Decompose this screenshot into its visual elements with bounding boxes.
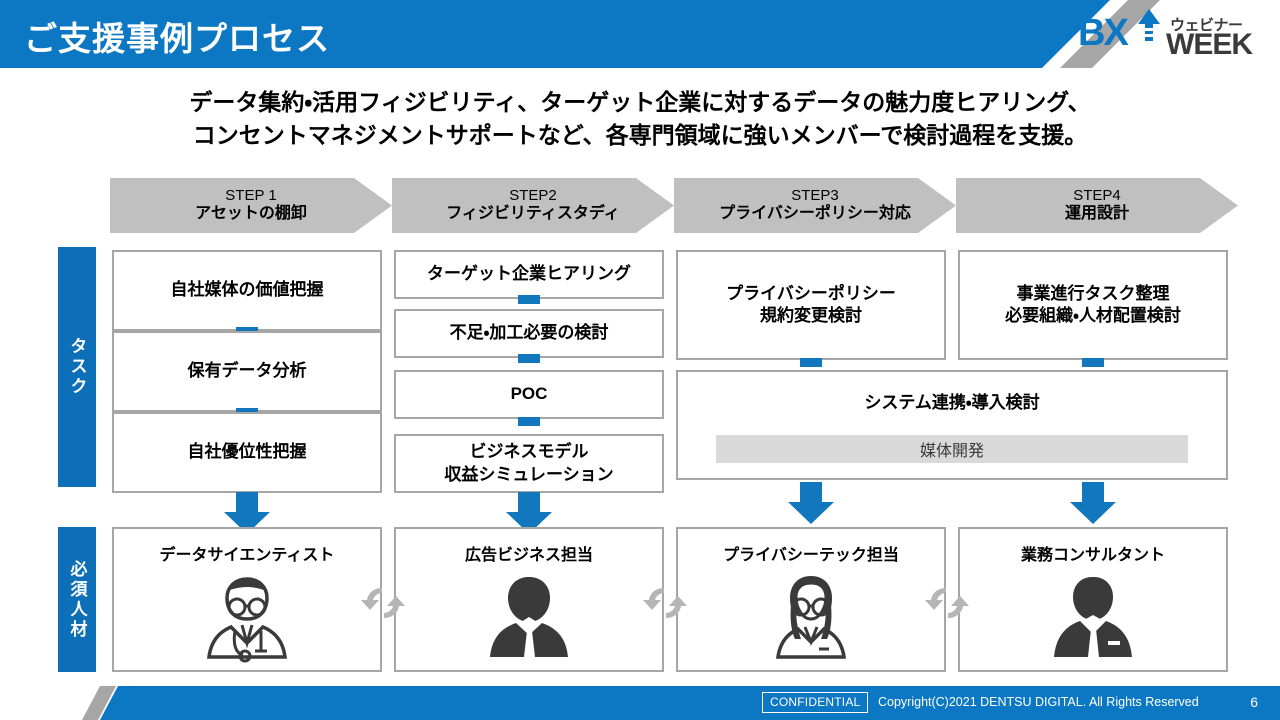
task-box-step1-2[interactable]: 保有データ分析 xyxy=(112,331,382,412)
task-label-line-2: 収益シミュレーション xyxy=(444,464,614,484)
task-label-line-1: ビジネスモデル xyxy=(469,442,589,462)
task-label: 自社媒体の価値把握 xyxy=(170,280,324,300)
row-label-required-personnel: 必須人材 xyxy=(58,527,96,672)
flow-arrow-step4 xyxy=(1070,482,1116,524)
page-number: 6 xyxy=(1250,694,1258,710)
task-connector xyxy=(1082,358,1104,367)
task-box-step1-1[interactable]: 自社媒体の価値把握 xyxy=(112,250,382,331)
row-label-task: タスク xyxy=(58,247,96,487)
exchange-arrows-icon-2 xyxy=(642,580,688,626)
flow-arrow-step3 xyxy=(788,482,834,524)
task-connector xyxy=(518,295,540,304)
shared-task-sub-label: 媒体開発 xyxy=(919,443,984,460)
step-number-3: STEP3 xyxy=(791,186,839,204)
task-box-shared-system-integration[interactable]: システム連携・導入検討 xyxy=(676,370,1228,480)
task-connector xyxy=(800,358,822,367)
task-box-step1-3[interactable]: 自社優位性把握 xyxy=(112,412,382,493)
task-box-step2-1[interactable]: ターゲット企業ヒアリング xyxy=(394,250,664,299)
step-chevron-3[interactable]: STEP3 プライバシーポリシー対応 xyxy=(674,178,956,233)
shared-task-subbar-media-development: 媒体開発 xyxy=(716,435,1188,463)
data-scientist-avatar-icon xyxy=(114,571,380,663)
businessman-avatar-icon xyxy=(396,571,662,663)
personnel-label: データサイエンティスト xyxy=(159,547,335,564)
task-label: 保有データ分析 xyxy=(187,361,307,381)
task-label-line-1: プライバシーポリシー xyxy=(726,283,896,303)
step-chevron-4[interactable]: STEP4 運用設計 xyxy=(956,178,1238,233)
exchange-arrows-icon-3 xyxy=(924,580,970,626)
bx-webinar-week-logo: BX ウェビナー WEEK xyxy=(1078,8,1264,62)
personnel-label: プライバシーテック担当 xyxy=(723,547,899,564)
task-connector xyxy=(518,354,540,363)
slide-canvas: ご支援事例プロセス BX ウェビナー WEEK データ集約・活用フィジビリティ、… xyxy=(0,0,1280,720)
logo-week-text: WEEK xyxy=(1166,28,1253,61)
task-box-step3-1[interactable]: プライバシーポリシー 規約変更検討 xyxy=(676,250,946,360)
slide-footer: CONFIDENTIAL Copyright(C)2021 DENTSU DIG… xyxy=(0,686,1280,720)
copyright-text: Copyright(C)2021 DENTSU DIGITAL. All Rig… xyxy=(878,695,1199,709)
task-label-line-2: 規約変更検討 xyxy=(760,306,862,325)
step-number-4: STEP4 xyxy=(1073,186,1121,204)
businesswoman-avatar-icon xyxy=(678,571,944,663)
personnel-label: 広告ビジネス担当 xyxy=(464,547,593,564)
step-name-2: フィジビリティスタディ xyxy=(446,205,620,223)
slide-header: ご支援事例プロセス BX ウェビナー WEEK xyxy=(0,0,1280,68)
up-arrow-icon xyxy=(1134,8,1164,47)
step-chevron-1[interactable]: STEP 1 アセットの棚卸 xyxy=(110,178,392,233)
page-title: ご支援事例プロセス xyxy=(24,20,330,57)
task-box-step2-4[interactable]: ビジネスモデル 収益シミュレーション xyxy=(394,434,664,493)
task-box-step4-1[interactable]: 事業進行タスク整理 必要組織・人材配置検討 xyxy=(958,250,1228,360)
step-name-3: プライバシーポリシー対応 xyxy=(719,205,911,223)
exchange-arrows-icon-1 xyxy=(360,580,406,626)
confidential-badge: CONFIDENTIAL xyxy=(762,692,869,713)
task-connector xyxy=(518,417,540,426)
task-label-line-2: 必要組織・人材配置検討 xyxy=(1005,306,1181,325)
slide-subtitle: データ集約・活用フィジビリティ、ターゲット企業に対するデータの魅力度ヒアリング、… xyxy=(0,86,1280,151)
step-number-1: STEP 1 xyxy=(225,186,277,204)
subtitle-line-1: データ集約・活用フィジビリティ、ターゲット企業に対するデータの魅力度ヒアリング、 xyxy=(189,89,1091,115)
task-box-step2-3[interactable]: POC xyxy=(394,370,664,419)
step-name-1: アセットの棚卸 xyxy=(195,205,307,223)
task-label: 自社優位性把握 xyxy=(187,442,307,462)
logo-bx-text: BX xyxy=(1078,12,1129,54)
step-chevron-2[interactable]: STEP2 フィジビリティスタディ xyxy=(392,178,674,233)
task-label: ターゲット企業ヒアリング xyxy=(427,264,631,284)
task-box-step2-2[interactable]: 不足・加工必要の検討 xyxy=(394,309,664,358)
personnel-box-4[interactable]: 業務コンサルタント xyxy=(958,527,1228,672)
task-label: 不足・加工必要の検討 xyxy=(449,323,609,343)
personnel-box-2[interactable]: 広告ビジネス担当 xyxy=(394,527,664,672)
personnel-label: 業務コンサルタント xyxy=(1020,547,1165,564)
subtitle-line-2: コンセントマネジメントサポートなど、各専門領域に強いメンバーで検討過程を支援。 xyxy=(192,121,1088,148)
consultant-avatar-icon xyxy=(960,571,1226,663)
personnel-box-3[interactable]: プライバシーテック担当 xyxy=(676,527,946,672)
task-label-line-1: 事業進行タスク整理 xyxy=(1016,283,1170,303)
personnel-box-1[interactable]: データサイエンティスト xyxy=(112,527,382,672)
task-label: POC xyxy=(510,384,548,404)
shared-task-title: システム連携・導入検討 xyxy=(864,393,1040,412)
step-number-2: STEP2 xyxy=(509,186,557,204)
step-name-4: 運用設計 xyxy=(1064,205,1129,223)
